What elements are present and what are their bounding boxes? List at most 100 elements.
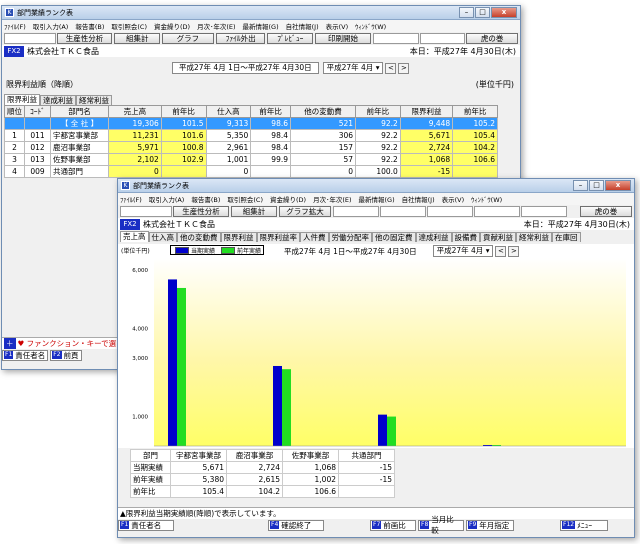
tab-marginal-rate[interactable]: 限界利益率 bbox=[256, 232, 300, 242]
fkey-label: 前頁 bbox=[63, 350, 79, 360]
productivity-button[interactable]: 生産性分析 bbox=[173, 206, 229, 217]
graph-zoom-button[interactable]: グラフ拡大 bbox=[279, 206, 331, 217]
tab-achieved-profit[interactable]: 達成利益 bbox=[415, 232, 452, 242]
front-titlebar[interactable]: K 部門業績ランク表 – □ x bbox=[118, 179, 634, 193]
fkey-prev-page-button[interactable]: F2 前頁 bbox=[50, 349, 82, 361]
group-total-button[interactable]: 組集計 bbox=[231, 206, 277, 217]
cell-value bbox=[338, 485, 395, 498]
menu-inquiry[interactable]: 取引照会(C) bbox=[227, 194, 263, 204]
th-kanuma: 鹿沼事業部 bbox=[226, 449, 283, 462]
status-bar: ▲限界利益当期実績順(降順)で表示しています。 bbox=[118, 507, 634, 519]
cell-sales: 0 bbox=[108, 165, 162, 178]
tab-labor-share[interactable]: 労働分配率 bbox=[328, 232, 372, 242]
company-name: 株式会社ＴＫＣ食品 bbox=[27, 46, 99, 56]
menu-news[interactable]: 最新情報(G) bbox=[243, 21, 279, 31]
table-row[interactable]: 【 全 社 】 19,306 101.5 9,313 98.6 521 92.2… bbox=[4, 117, 498, 130]
period-select-value: 平成27年 4月 bbox=[326, 63, 374, 72]
menu-view[interactable]: 表示(V) bbox=[326, 21, 349, 31]
period-field[interactable]: 平成27年 4月 1日～平成27年 4月30日 bbox=[172, 62, 319, 74]
fkey-prev-ratio-button[interactable]: F7 前画比 bbox=[370, 519, 416, 531]
menu-report[interactable]: 報告書(B) bbox=[191, 194, 220, 204]
group-total-button[interactable]: 組集計 bbox=[114, 33, 161, 44]
tab-other-fixed[interactable]: 他の固定費 bbox=[372, 232, 416, 242]
fkey-manager-button[interactable]: F1 責任者名 bbox=[2, 349, 49, 361]
period-select[interactable]: 平成27年 4月 ▾ bbox=[322, 62, 384, 74]
row-label: 前年実績 bbox=[130, 473, 171, 486]
cell-ratio: 99.9 bbox=[250, 153, 291, 166]
menu-entry[interactable]: 取引入力(A) bbox=[149, 194, 185, 204]
tab-inventory[interactable]: 在庫回 bbox=[552, 232, 581, 242]
table-row: 前年実績 5,380 2,615 1,002 -15 bbox=[130, 473, 395, 486]
tab-ordinary-profit[interactable]: 経常利益 bbox=[76, 95, 112, 105]
tab-contribution[interactable]: 貢献利益 bbox=[480, 232, 516, 242]
close-icon[interactable]: x bbox=[491, 7, 517, 18]
cell-value: 104.2 bbox=[226, 485, 283, 498]
file-export-button[interactable]: ﾌｧｲﾙ外出 bbox=[215, 33, 266, 44]
back-titlebar[interactable]: K 部門業績ランク表 – □ x bbox=[2, 6, 520, 20]
table-row[interactable]: 4 009 共通部門 0 0 0 100.0 -15 bbox=[4, 165, 498, 178]
menu-entry[interactable]: 取引入力(A) bbox=[33, 21, 69, 31]
table-row: 当期実績 5,671 2,724 1,068 -15 bbox=[130, 461, 395, 474]
menu-window[interactable]: ｳｨﾝﾄﾞｳ(W) bbox=[471, 194, 502, 204]
cell-ratio: 100.8 bbox=[160, 141, 207, 154]
tora-button[interactable]: 虎の巻 bbox=[580, 206, 632, 217]
tab-purchase[interactable]: 仕入高 bbox=[148, 232, 177, 242]
menu-monthly[interactable]: 月次･年次(E) bbox=[313, 194, 351, 204]
cell-other: 0 bbox=[289, 165, 357, 178]
tab-other-variable[interactable]: 他の変動費 bbox=[177, 232, 221, 242]
col-code: ｺｰﾄﾞ bbox=[24, 105, 51, 118]
fkey-label: 当月比較 bbox=[431, 515, 454, 535]
table-row[interactable]: 1 011 宇都宮事業部 11,231 101.6 5,350 98.4 306… bbox=[4, 129, 498, 142]
tab-sales[interactable]: 売上高 bbox=[120, 231, 149, 242]
tab-equipment[interactable]: 設備費 bbox=[451, 232, 480, 242]
menu-monthly[interactable]: 月次･年次(E) bbox=[197, 21, 235, 31]
fkey-confirm-button[interactable]: F4 確認終了 bbox=[268, 519, 324, 531]
maximize-icon[interactable]: □ bbox=[589, 180, 604, 191]
fkey-manager-button[interactable]: F1 責任者名 bbox=[118, 519, 174, 531]
cell-value: 2,724 bbox=[226, 461, 283, 474]
next-arrow-icon[interactable]: > bbox=[398, 62, 410, 74]
menu-cash[interactable]: 資金繰り(D) bbox=[270, 194, 306, 204]
preview-button[interactable]: ﾌﾟﾚﾋﾞｭｰ bbox=[267, 33, 314, 44]
cell-ratio: 106.6 bbox=[452, 153, 498, 166]
minimize-icon[interactable]: – bbox=[459, 7, 474, 18]
bar-prior bbox=[387, 416, 396, 446]
y-tick-label: 4,000 bbox=[132, 327, 148, 333]
fkey-date-button[interactable]: F9 年月指定 bbox=[466, 519, 514, 531]
cell-other: 57 bbox=[289, 153, 357, 166]
prev-arrow-icon[interactable]: < bbox=[385, 62, 397, 74]
menu-window[interactable]: ｳｨﾝﾄﾞｳ(W) bbox=[355, 21, 386, 31]
tab-marginal-profit[interactable]: 限界利益 bbox=[4, 94, 40, 105]
maximize-icon[interactable]: □ bbox=[475, 7, 490, 18]
print-button[interactable]: 印刷開始 bbox=[315, 33, 371, 44]
tab-achieved-profit[interactable]: 達成利益 bbox=[40, 95, 76, 105]
menu-cash[interactable]: 資金繰り(D) bbox=[154, 21, 190, 31]
tab-marginal-profit[interactable]: 限界利益 bbox=[220, 232, 257, 242]
front-window[interactable]: K 部門業績ランク表 – □ x ﾌｧｲﾙ(F) 取引入力(A) 報告書(B) … bbox=[117, 178, 635, 538]
fkey-month-compare-button[interactable]: F8 当月比較 bbox=[418, 515, 464, 535]
cell-profit: 5,671 bbox=[399, 129, 454, 142]
menu-file[interactable]: ﾌｧｲﾙ(F) bbox=[120, 194, 142, 204]
tora-button[interactable]: 虎の巻 bbox=[466, 33, 518, 44]
productivity-button[interactable]: 生産性分析 bbox=[56, 33, 113, 44]
menu-report[interactable]: 報告書(B) bbox=[75, 21, 104, 31]
menu-company[interactable]: 自社情報(J) bbox=[286, 21, 319, 31]
table-row[interactable]: 2 012 鹿沼事業部 5,971 100.8 2,961 98.4 157 9… bbox=[4, 141, 498, 154]
menu-file[interactable]: ﾌｧｲﾙ(F) bbox=[4, 21, 26, 31]
front-fkeys: F1 責任者名 F4 確認終了 F7 前画比 F8 当月比較 F9 年月指定 F12 ﾒﾆｭ… bbox=[118, 515, 634, 535]
front-tabs: 売上高 仕入高 他の変動費 限界利益 限界利益率 人件費 労働分配率 他の固定費… bbox=[118, 230, 634, 242]
row-label: 当期実績 bbox=[130, 461, 171, 474]
graph-button[interactable]: グラフ bbox=[162, 33, 214, 44]
tab-ordinary-profit[interactable]: 経常利益 bbox=[516, 232, 552, 242]
cell-profit: 1,068 bbox=[399, 153, 454, 166]
close-icon[interactable]: x bbox=[605, 180, 631, 191]
menu-news[interactable]: 最新情報(G) bbox=[359, 194, 395, 204]
menu-company[interactable]: 自社情報(J) bbox=[402, 194, 435, 204]
minimize-icon[interactable]: – bbox=[573, 180, 588, 191]
cell-ratio: 98.4 bbox=[250, 141, 291, 154]
menu-view[interactable]: 表示(V) bbox=[442, 194, 465, 204]
tab-personnel[interactable]: 人件費 bbox=[300, 232, 329, 242]
fkey-menu-button[interactable]: F12 ﾒﾆｭｰ bbox=[560, 519, 608, 531]
table-row[interactable]: 3 013 佐野事業部 2,102 102.9 1,001 99.9 57 92… bbox=[4, 153, 498, 166]
menu-inquiry[interactable]: 取引照会(C) bbox=[111, 21, 147, 31]
